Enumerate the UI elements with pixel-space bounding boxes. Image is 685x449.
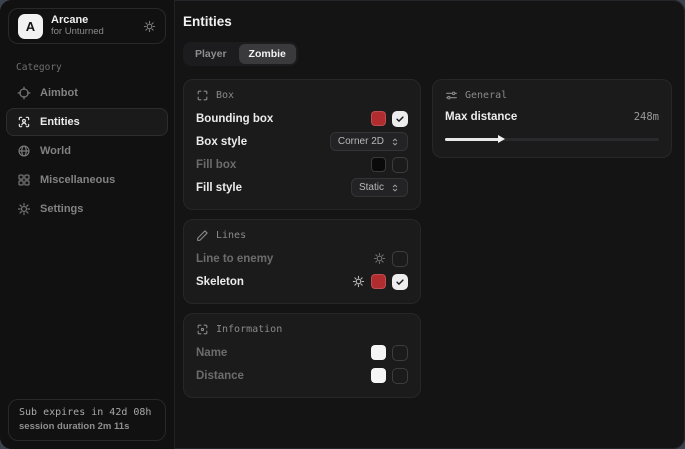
sidebar-item-aimbot[interactable]: Aimbot <box>6 79 168 107</box>
main-panel: Entities Player Zombie Box <box>175 0 685 449</box>
chevrons-up-down-icon <box>390 183 400 193</box>
name-label: Name <box>196 347 227 359</box>
line-to-enemy-row: Line to enemy <box>196 247 408 270</box>
sidebar-nav: Aimbot Entities World <box>0 79 174 223</box>
bounding-box-row: Bounding box <box>196 107 408 130</box>
sub-expires-text: Sub expires in 42d 08h <box>19 407 155 418</box>
line-to-enemy-settings-gear-icon[interactable] <box>373 252 386 265</box>
grid-icon <box>17 173 31 187</box>
skeleton-row: Skeleton <box>196 270 408 293</box>
information-card-header: Information <box>196 323 408 336</box>
max-distance-slider[interactable] <box>445 135 659 143</box>
bounding-box-label: Bounding box <box>196 113 273 125</box>
max-distance-value: 248m <box>634 111 659 123</box>
left-column: Box Bounding box Box style <box>183 79 421 398</box>
skeleton-settings-gear-icon[interactable] <box>352 275 365 288</box>
brand-subtitle: for Unturned <box>51 27 104 38</box>
information-card: Information Name Distance <box>183 313 421 398</box>
skeleton-label: Skeleton <box>196 276 244 288</box>
box-card-header: Box <box>196 89 408 102</box>
skeleton-color-swatch[interactable] <box>371 274 386 289</box>
sidebar-item-label: World <box>40 145 71 157</box>
box-style-label: Box style <box>196 136 247 148</box>
sidebar-item-label: Settings <box>40 203 83 215</box>
distance-row: Distance <box>196 364 408 387</box>
globe-icon <box>17 144 31 158</box>
brand-logo: A <box>18 14 43 39</box>
fill-style-value: Static <box>359 182 384 193</box>
max-distance-row: Max distance 248m <box>445 107 659 127</box>
crosshair-icon <box>17 86 31 100</box>
right-column: General Max distance 248m <box>432 79 672 158</box>
lines-card-title: Lines <box>216 230 246 241</box>
sidebar-item-label: Entities <box>40 116 80 128</box>
tab-zombie[interactable]: Zombie <box>239 44 296 64</box>
entity-scan-icon <box>17 115 31 129</box>
fill-style-label: Fill style <box>196 182 242 194</box>
sidebar: A Arcane for Unturned Category <box>0 0 175 449</box>
box-style-row: Box style Corner 2D <box>196 130 408 153</box>
line-to-enemy-label: Line to enemy <box>196 253 273 265</box>
sidebar-item-entities[interactable]: Entities <box>6 108 168 136</box>
brand-title: Arcane <box>51 14 104 27</box>
slider-handle[interactable] <box>498 135 505 143</box>
box-style-dropdown[interactable]: Corner 2D <box>330 132 408 151</box>
brand-card: A Arcane for Unturned <box>8 8 166 44</box>
box-card: Box Bounding box Box style <box>183 79 421 210</box>
bounding-box-checkbox[interactable] <box>392 111 408 127</box>
information-card-title: Information <box>216 324 282 335</box>
fill-box-checkbox[interactable] <box>392 157 408 173</box>
gear-icon <box>17 202 31 216</box>
sidebar-item-world[interactable]: World <box>6 137 168 165</box>
pencil-icon <box>196 229 209 242</box>
subscription-card: Sub expires in 42d 08h session duration … <box>8 399 166 441</box>
arcane-menu-window: A Arcane for Unturned Category <box>0 0 685 449</box>
distance-color-swatch[interactable] <box>371 368 386 383</box>
fill-box-color-swatch[interactable] <box>371 157 386 172</box>
session-duration-text: session duration 2m 11s <box>19 421 155 432</box>
fill-box-label: Fill box <box>196 159 236 171</box>
lines-card: Lines Line to enemy <box>183 219 421 304</box>
chevrons-up-down-icon <box>390 137 400 147</box>
fill-style-row: Fill style Static <box>196 176 408 199</box>
general-card: General Max distance 248m <box>432 79 672 158</box>
general-card-header: General <box>445 89 659 102</box>
sidebar-item-settings[interactable]: Settings <box>6 195 168 223</box>
name-color-swatch[interactable] <box>371 345 386 360</box>
entity-tabs: Player Zombie <box>183 42 298 66</box>
bounding-box-color-swatch[interactable] <box>371 111 386 126</box>
brand-text: Arcane for Unturned <box>51 14 104 38</box>
sidebar-item-miscellaneous[interactable]: Miscellaneous <box>6 166 168 194</box>
info-scan-icon <box>196 323 209 336</box>
sidebar-item-label: Aimbot <box>40 87 78 99</box>
content-area: Box Bounding box Box style <box>183 79 672 398</box>
distance-checkbox[interactable] <box>392 368 408 384</box>
distance-label: Distance <box>196 370 244 382</box>
category-label: Category <box>16 62 174 73</box>
skeleton-checkbox[interactable] <box>392 274 408 290</box>
name-row: Name <box>196 341 408 364</box>
lines-card-header: Lines <box>196 229 408 242</box>
fill-style-dropdown[interactable]: Static <box>351 178 408 197</box>
slider-fill <box>445 138 499 141</box>
box-style-value: Corner 2D <box>338 136 384 147</box>
page-title: Entities <box>183 14 672 29</box>
sliders-icon <box>445 89 458 102</box>
sidebar-item-label: Miscellaneous <box>40 174 115 186</box>
scan-brackets-icon <box>196 89 209 102</box>
brand-gear-icon[interactable] <box>143 20 156 33</box>
fill-box-row: Fill box <box>196 153 408 176</box>
tab-player[interactable]: Player <box>185 44 237 64</box>
box-card-title: Box <box>216 90 234 101</box>
name-checkbox[interactable] <box>392 345 408 361</box>
general-card-title: General <box>465 90 507 101</box>
max-distance-label: Max distance <box>445 111 517 123</box>
line-to-enemy-checkbox[interactable] <box>392 251 408 267</box>
